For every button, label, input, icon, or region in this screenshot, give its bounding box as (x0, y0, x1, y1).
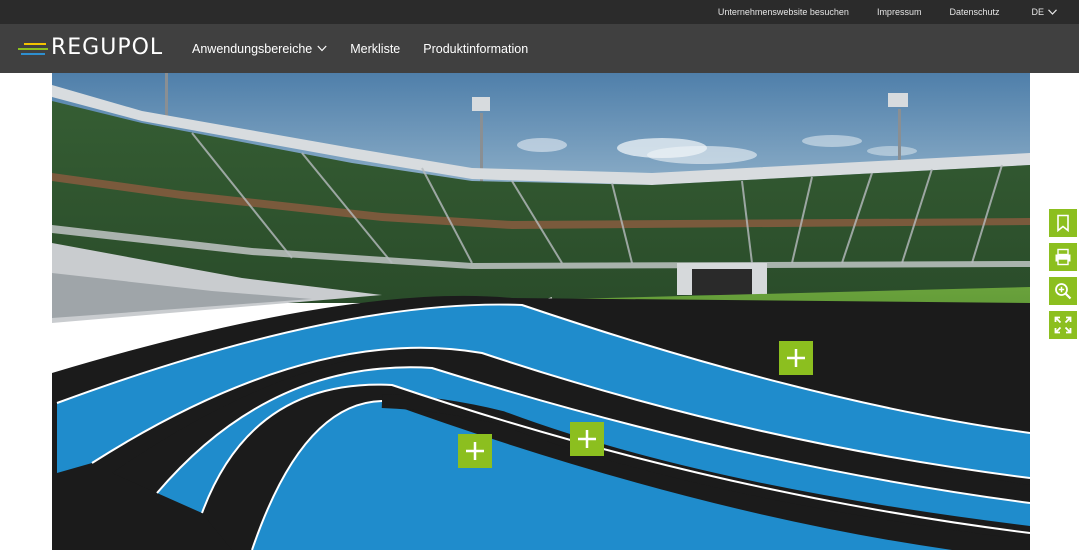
zoom-in-button[interactable] (1049, 277, 1077, 305)
privacy-link[interactable]: Datenschutz (949, 7, 999, 17)
imprint-link[interactable]: Impressum (877, 7, 922, 17)
nav-menu: Anwendungsbereiche Merkliste Produktinfo… (192, 24, 551, 73)
stadium-hero-image (52, 73, 1030, 550)
bookmark-icon (1057, 214, 1069, 232)
nav-item-label: Merkliste (350, 41, 401, 56)
company-website-link[interactable]: Unternehmenswebsite besuchen (718, 7, 849, 17)
nav-item-label: Anwendungsbereiche (192, 41, 313, 56)
page: Unternehmenswebsite besuchen Impressum D… (0, 0, 1079, 550)
fullscreen-button[interactable] (1049, 311, 1077, 339)
language-label: DE (1031, 7, 1044, 17)
nav-item-label: Produktinformation (423, 41, 529, 56)
hotspot-plus-button[interactable] (458, 434, 492, 468)
stadium-illustration (52, 73, 1030, 550)
language-switcher[interactable]: DE (1031, 7, 1057, 17)
plus-icon (578, 430, 596, 448)
nav-item-application-areas[interactable]: Anwendungsbereiche (192, 42, 327, 56)
brand-logo[interactable]: REGUPOL (18, 37, 163, 59)
print-button[interactable] (1049, 243, 1077, 271)
main-navigation: REGUPOL Anwendungsbereiche Merkliste Pro… (0, 24, 1079, 73)
utility-bar: Unternehmenswebsite besuchen Impressum D… (0, 0, 1079, 24)
plus-icon (466, 442, 484, 460)
chevron-down-icon (1048, 9, 1057, 15)
chevron-down-icon (317, 45, 327, 52)
fullscreen-icon (1054, 316, 1072, 334)
nav-item-product-information[interactable]: Produktinformation (423, 42, 528, 56)
print-icon (1055, 248, 1071, 266)
hotspot-plus-button[interactable] (570, 422, 604, 456)
nav-item-watchlist[interactable]: Merkliste (350, 42, 400, 56)
hotspot-plus-button[interactable] (779, 341, 813, 375)
plus-icon (787, 349, 805, 367)
zoom-in-icon (1055, 283, 1072, 300)
brand-name: REGUPOL (51, 35, 164, 60)
logo-stripes (18, 37, 48, 59)
bookmark-button[interactable] (1049, 209, 1077, 237)
